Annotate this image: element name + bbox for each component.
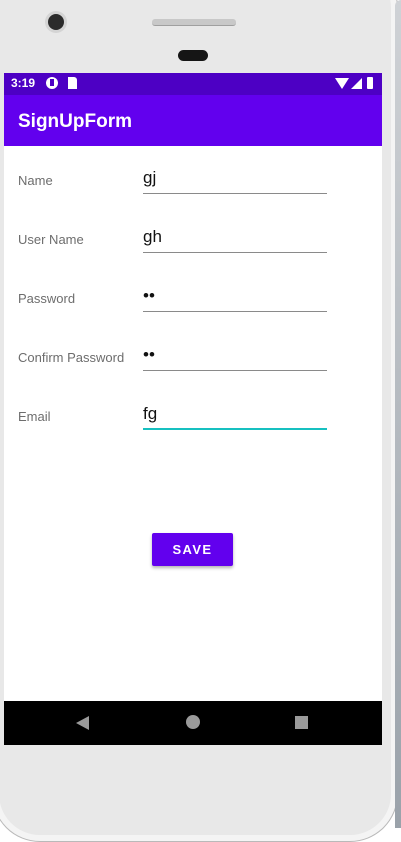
navigation-bar [4,701,382,745]
battery-icon [367,77,373,89]
sd-card-icon [68,77,77,89]
signal-icon [351,78,362,89]
speaker-grille [152,19,236,26]
back-icon[interactable] [76,716,89,730]
username-label: User Name [18,232,84,247]
confirm-password-input[interactable]: •• [143,340,327,371]
device-side-rail [395,0,401,828]
confirm-password-row: Confirm Password •• [4,345,382,400]
password-row: Password •• [4,286,382,341]
password-label: Password [18,291,76,306]
app-title: SignUpForm [18,111,132,132]
screen: 3:19 SignUpForm Name gj User Name gh Pas… [4,73,382,745]
username-row: User Name gh [4,227,382,282]
confirm-password-label: Confirm Password [18,350,125,365]
earpiece [178,50,208,61]
notification-icon [46,77,58,89]
recents-icon[interactable] [295,716,308,729]
home-icon[interactable] [186,715,200,729]
wifi-icon [335,78,349,89]
name-label: Name [18,173,53,188]
email-row: Email fg [4,404,382,459]
email-input[interactable]: fg [143,399,327,430]
password-input[interactable]: •• [143,281,327,312]
name-input[interactable]: gj [143,163,327,194]
username-input[interactable]: gh [143,222,327,253]
email-label: Email [18,409,51,424]
app-bar: SignUpForm [4,95,382,146]
status-time: 3:19 [11,76,36,90]
status-bar: 3:19 [4,73,382,95]
front-camera [48,14,64,30]
name-row: Name gj [4,168,382,223]
save-button[interactable]: SAVE [152,533,233,566]
